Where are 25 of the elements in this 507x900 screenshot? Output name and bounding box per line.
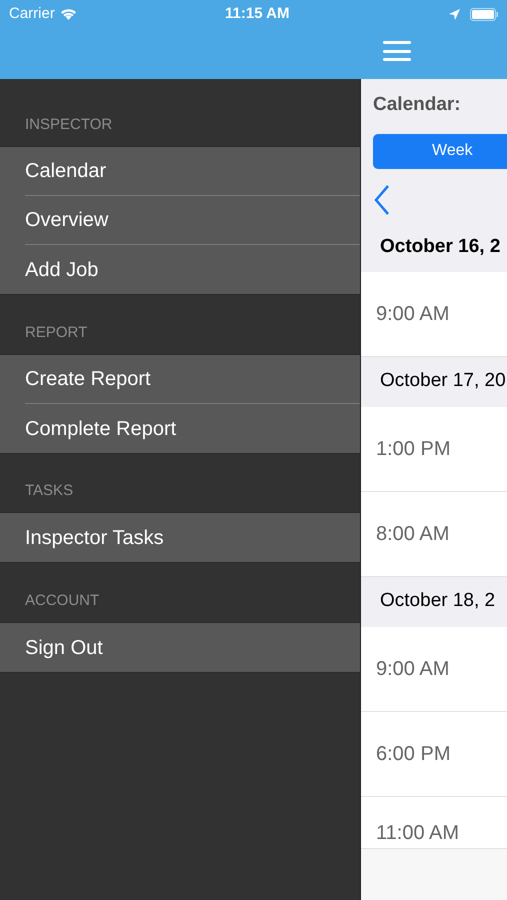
status-time: 11:15 AM <box>225 4 290 24</box>
event-time[interactable]: 9:00 AM <box>376 654 450 684</box>
wifi-icon <box>60 8 77 20</box>
calendar-title: Calendar: <box>372 93 462 117</box>
date-header: October 17, 20 <box>380 369 506 394</box>
event-time[interactable]: 9:00 AM <box>376 298 450 328</box>
event-time[interactable]: 1:00 PM <box>376 434 450 464</box>
menu-item[interactable]: Complete Report <box>0 404 360 453</box>
carrier-label: Carrier <box>9 4 55 24</box>
menu-item[interactable]: Add Job <box>0 245 360 294</box>
section-header: TASKS <box>25 480 74 500</box>
back-chevron-icon[interactable] <box>374 184 390 214</box>
event-time[interactable]: 6:00 PM <box>376 738 450 768</box>
section-header: ACCOUNT <box>25 590 100 610</box>
location-arrow-icon <box>449 8 460 20</box>
menu-item[interactable]: Inspector Tasks <box>0 513 360 562</box>
section-header: INSPECTOR <box>25 114 112 134</box>
event-time[interactable]: 8:00 AM <box>376 518 450 548</box>
battery-icon <box>470 8 498 20</box>
menu-button[interactable] <box>383 40 411 62</box>
section-header: REPORT <box>25 322 88 342</box>
week-tab[interactable]: Week <box>373 134 507 168</box>
date-header: October 16, 2 <box>380 235 500 260</box>
date-header: October 18, 2 <box>380 589 496 614</box>
menu-item[interactable]: Sign Out <box>0 623 360 672</box>
